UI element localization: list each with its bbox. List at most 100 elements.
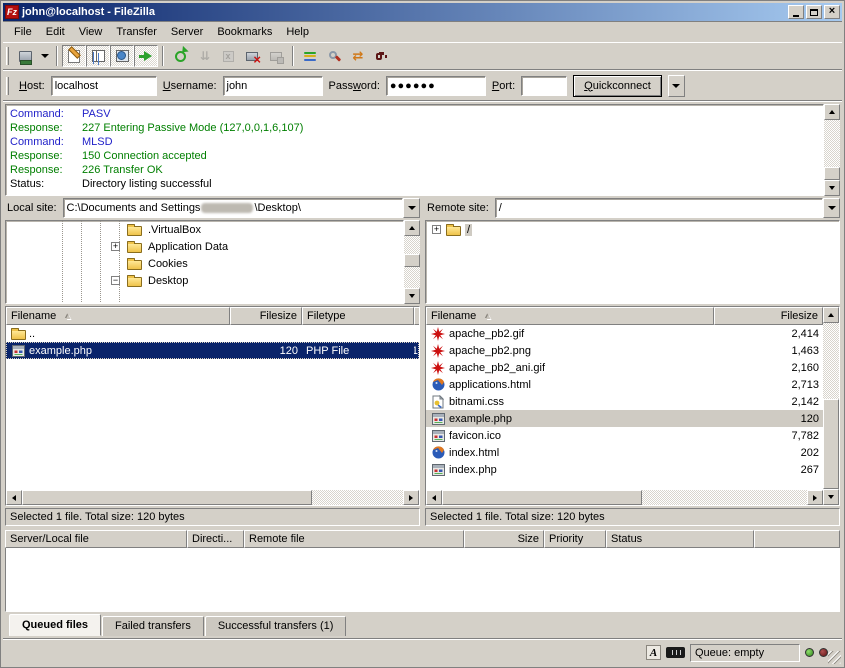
message-log-scrollbar[interactable] <box>824 104 840 196</box>
toggle-transfer-queue-button[interactable] <box>134 45 158 67</box>
tree-item[interactable]: +/ <box>426 221 839 238</box>
resize-grip[interactable] <box>828 651 841 664</box>
site-manager-button[interactable] <box>13 45 37 67</box>
file-row[interactable]: index.php267 <box>426 461 823 478</box>
remote-list-vscrollbar[interactable] <box>823 307 839 505</box>
scroll-right-button[interactable] <box>807 490 823 505</box>
site-manager-dropdown[interactable] <box>37 45 52 67</box>
scroll-up-button[interactable] <box>823 307 839 323</box>
folder-open-icon <box>446 226 461 236</box>
local-column-filesize[interactable]: Filesize <box>230 307 302 325</box>
toolbar-gripper[interactable] <box>6 47 9 65</box>
local-column-filename[interactable]: Filename▲ <box>6 307 230 325</box>
tree-item[interactable]: +Application Data <box>6 238 403 255</box>
queue-column-size[interactable]: Size <box>464 530 544 548</box>
toggle-remote-tree-button[interactable] <box>110 45 134 67</box>
collapse-icon[interactable]: − <box>111 276 120 285</box>
remote-site-combobox[interactable]: / <box>495 198 840 218</box>
queue-column-directi[interactable]: Directi... <box>187 530 244 548</box>
local-site-combobox[interactable]: C:\Documents and Settings\Desktop\ <box>63 198 420 218</box>
maximize-button[interactable] <box>806 5 822 19</box>
combo-dropdown-button[interactable] <box>823 198 840 218</box>
file-row[interactable]: apache_pb2.png1,463 <box>426 342 823 359</box>
scroll-left-button[interactable] <box>6 490 22 505</box>
scrollbar-thumb[interactable] <box>442 490 642 505</box>
local-list-hscrollbar[interactable] <box>6 490 419 505</box>
file-row[interactable]: example.php120 <box>426 410 823 427</box>
combo-dropdown-button[interactable] <box>403 198 420 218</box>
toggle-local-tree-button[interactable] <box>86 45 110 67</box>
tree-item[interactable]: Cookies <box>6 255 403 272</box>
scroll-up-button[interactable] <box>824 104 840 120</box>
file-row[interactable]: apache_pb2_ani.gif2,160 <box>426 359 823 376</box>
synchronized-browsing-button[interactable]: ⇄ <box>346 45 370 67</box>
tree-item-label: / <box>465 224 472 236</box>
local-directory-tree: .VirtualBox+Application DataCookies−Desk… <box>5 220 404 304</box>
remote-column-filename[interactable]: Filename▲ <box>426 307 714 325</box>
menu-transfer[interactable]: Transfer <box>109 23 164 41</box>
remote-column-filesize[interactable]: Filesize <box>714 307 823 325</box>
disconnect-button[interactable] <box>240 45 264 67</box>
quickconnect-dropdown-button[interactable] <box>668 75 685 97</box>
expand-icon[interactable]: + <box>111 242 120 251</box>
quickconnect-button[interactable]: Quickconnect <box>573 75 662 97</box>
scrollbar-thumb[interactable] <box>823 399 839 489</box>
queue-column-priority[interactable]: Priority <box>544 530 606 548</box>
scroll-down-button[interactable] <box>824 180 840 196</box>
file-row[interactable]: .. <box>6 325 419 342</box>
scroll-up-button[interactable] <box>404 220 420 236</box>
close-button[interactable]: × <box>824 5 840 19</box>
password-input[interactable]: ●●●●●● <box>386 76 486 96</box>
remote-path-value[interactable]: / <box>495 198 823 218</box>
scrollbar-thumb[interactable] <box>404 254 420 267</box>
file-row[interactable]: apache_pb2.gif2,414 <box>426 325 823 342</box>
remote-list-hscrollbar[interactable] <box>426 490 823 505</box>
process-queue-icon: ⇊ <box>196 48 212 64</box>
tab-failed-transfers[interactable]: Failed transfers <box>102 616 204 636</box>
file-row[interactable]: applications.html2,713 <box>426 376 823 393</box>
menu-file[interactable]: File <box>7 23 39 41</box>
queue-column-status[interactable]: Status <box>606 530 754 548</box>
menu-server[interactable]: Server <box>164 23 210 41</box>
username-input[interactable]: john <box>223 76 323 96</box>
filename-filters-button[interactable] <box>298 45 322 67</box>
quickconnect-gripper[interactable] <box>6 77 9 95</box>
queue-column-remotefile[interactable]: Remote file <box>244 530 464 548</box>
find-files-button[interactable] <box>370 45 394 67</box>
log-label: Response: <box>10 149 82 163</box>
expand-icon[interactable]: + <box>432 225 441 234</box>
refresh-button[interactable] <box>168 45 192 67</box>
port-input[interactable] <box>521 76 567 96</box>
directory-comparison-button[interactable] <box>322 45 346 67</box>
log-line: Command:MLSD <box>10 135 823 149</box>
local-tree-scrollbar[interactable] <box>404 220 420 304</box>
tree-item[interactable]: −Desktop <box>6 272 403 289</box>
local-column-filetype[interactable]: Filetype <box>302 307 414 325</box>
tab-queued-files[interactable]: Queued files <box>9 614 101 636</box>
menu-help[interactable]: Help <box>279 23 316 41</box>
file-row[interactable]: favicon.ico7,782 <box>426 427 823 444</box>
scrollbar-thumb[interactable] <box>824 167 840 180</box>
tree-item[interactable]: .VirtualBox <box>6 221 403 238</box>
scroll-down-button[interactable] <box>823 489 839 505</box>
menu-bookmarks[interactable]: Bookmarks <box>210 23 279 41</box>
scroll-right-button[interactable] <box>403 490 419 505</box>
queue-column-empty[interactable] <box>754 530 840 548</box>
scroll-down-button[interactable] <box>404 288 420 304</box>
filesize-cell: 267 <box>714 464 823 476</box>
minimize-button[interactable] <box>788 5 804 19</box>
host-input[interactable]: localhost <box>51 76 157 96</box>
scroll-left-button[interactable] <box>426 490 442 505</box>
local-column-l[interactable]: L <box>414 307 419 325</box>
queue-column-serverlocalfile[interactable]: Server/Local file <box>5 530 187 548</box>
tab-successful-transfers-[interactable]: Successful transfers (1) <box>205 616 347 636</box>
file-row[interactable]: example.php120PHP File1 <box>6 342 419 359</box>
scrollbar-thumb[interactable] <box>22 490 312 505</box>
file-row[interactable]: index.html202 <box>426 444 823 461</box>
menu-view[interactable]: View <box>72 23 110 41</box>
remote-selection-status: Selected 1 file. Total size: 120 bytes <box>425 508 840 526</box>
file-row[interactable]: bitnami.css2,142 <box>426 393 823 410</box>
menu-edit[interactable]: Edit <box>39 23 72 41</box>
toggle-message-log-button[interactable] <box>62 45 86 67</box>
local-path-value[interactable]: C:\Documents and Settings\Desktop\ <box>63 198 403 218</box>
